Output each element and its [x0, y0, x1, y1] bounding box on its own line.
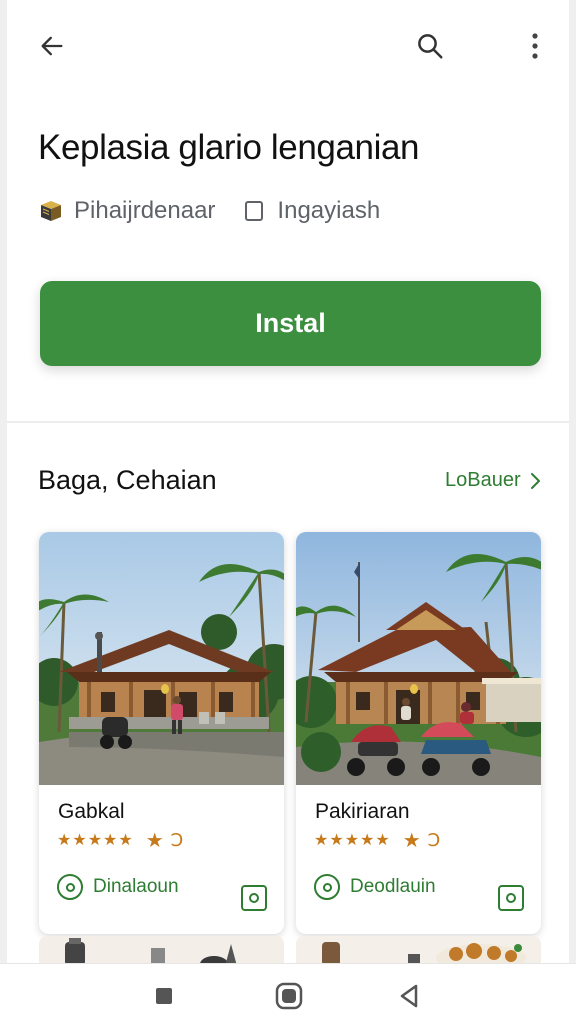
back-button[interactable]	[32, 26, 72, 66]
home-button[interactable]	[275, 982, 303, 1010]
chevron-right-icon	[530, 472, 540, 489]
peek-image	[322, 942, 526, 966]
location-tag-label: Dinalaoun	[93, 876, 179, 897]
place-card[interactable]: Gabkal ★★★★★ ★ Ↄ Dinalaoun	[39, 532, 284, 934]
top-app-bar	[0, 0, 576, 92]
home-icon	[275, 982, 303, 1010]
star-badge-icon: ★	[402, 829, 422, 852]
location-ring-icon	[57, 874, 83, 900]
nav-back-icon	[400, 984, 418, 1008]
peek-image	[65, 938, 237, 966]
app-meta: Pihaijrdenaar Ingayiash	[38, 196, 380, 226]
place-name: Pakiriaran	[315, 800, 410, 823]
book-icon	[41, 201, 61, 221]
share-icon[interactable]	[498, 885, 524, 911]
see-more-label: LoBauer	[445, 469, 521, 491]
recents-icon	[156, 988, 172, 1004]
install-button[interactable]: Instal	[40, 281, 541, 366]
category-label[interactable]: Ingayiash	[277, 197, 380, 225]
next-card-peek[interactable]	[39, 936, 284, 966]
arrow-left-icon	[41, 36, 63, 56]
place-photo	[296, 532, 541, 785]
star-row: ★★★★★	[57, 832, 134, 849]
location-tag[interactable]: Deodlauin	[314, 873, 436, 901]
rating-stars: ★★★★★ ★ Ↄ	[314, 829, 442, 852]
developer-name[interactable]: Pihaijrdenaar	[74, 197, 215, 225]
system-nav-bar	[0, 963, 576, 1024]
place-name: Gabkal	[58, 800, 125, 823]
location-ring-icon	[314, 874, 340, 900]
section-divider	[7, 421, 569, 423]
star-row: ★★★★★	[314, 832, 391, 849]
section-title: Baga, Cehaian	[38, 465, 217, 495]
rating-suffix: Ↄ	[427, 829, 442, 850]
app-title: Keplasia glario lenganian	[38, 128, 420, 167]
checkbox-icon	[245, 201, 264, 221]
location-tag[interactable]: Dinalaoun	[57, 873, 179, 901]
rating-stars: ★★★★★ ★ Ↄ	[57, 829, 185, 852]
more-vertical-icon	[532, 33, 538, 59]
search-button[interactable]	[410, 26, 450, 66]
place-photo	[39, 532, 284, 785]
rating-suffix: Ↄ	[170, 829, 185, 850]
see-more-link[interactable]: LoBauer	[445, 469, 541, 492]
next-card-peek[interactable]	[296, 936, 541, 966]
place-card[interactable]: Pakiriaran ★★★★★ ★ Ↄ Deodlauin	[296, 532, 541, 934]
share-icon[interactable]	[241, 885, 267, 911]
search-icon	[418, 34, 443, 59]
nav-back-button[interactable]	[395, 982, 423, 1010]
recents-button[interactable]	[150, 982, 178, 1010]
location-tag-label: Deodlauin	[350, 876, 436, 897]
star-badge-icon: ★	[145, 829, 165, 852]
more-options-button[interactable]	[515, 26, 555, 66]
